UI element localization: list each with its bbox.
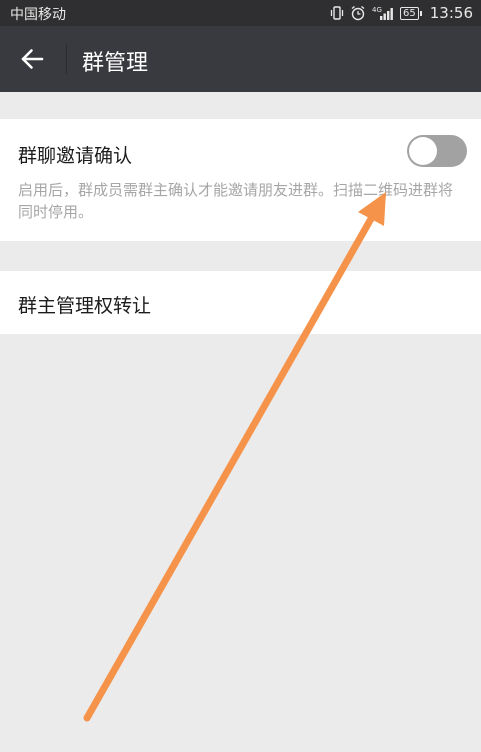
clock: 13:56 xyxy=(429,4,473,22)
svg-text:4G: 4G xyxy=(372,6,382,14)
battery-level: 65 xyxy=(400,6,419,20)
page-title: 群管理 xyxy=(82,51,149,76)
invite-confirm-label: 群聊邀请确认 xyxy=(18,145,133,167)
status-bar: 中国移动 4G 65 13:56 xyxy=(0,0,481,26)
battery-icon: 65 xyxy=(400,6,422,20)
setting-transfer-owner[interactable]: 群主管理权转让 xyxy=(0,271,481,334)
transfer-owner-label: 群主管理权转让 xyxy=(18,295,152,317)
invite-confirm-description: 启用后，群成员需群主确认才能邀请朋友进群。扫描二维码进群将同时停用。 xyxy=(18,181,454,221)
annotation-arrow xyxy=(83,192,386,722)
toggle-knob xyxy=(409,137,437,165)
vibrate-icon xyxy=(330,5,344,21)
back-button[interactable] xyxy=(12,43,52,75)
invite-confirm-toggle[interactable] xyxy=(407,135,467,167)
arrow-left-icon xyxy=(21,49,44,69)
status-icons: 4G 65 13:56 xyxy=(330,3,473,23)
header-divider xyxy=(66,44,67,74)
app-header: 群管理 xyxy=(0,26,481,92)
carrier-name: 中国移动 xyxy=(10,7,66,23)
setting-invite-confirm: 群聊邀请确认 启用后，群成员需群主确认才能邀请朋友进群。扫描二维码进群将同时停用… xyxy=(0,119,481,241)
alarm-icon xyxy=(350,5,366,21)
signal-4g-icon: 4G xyxy=(372,5,394,21)
